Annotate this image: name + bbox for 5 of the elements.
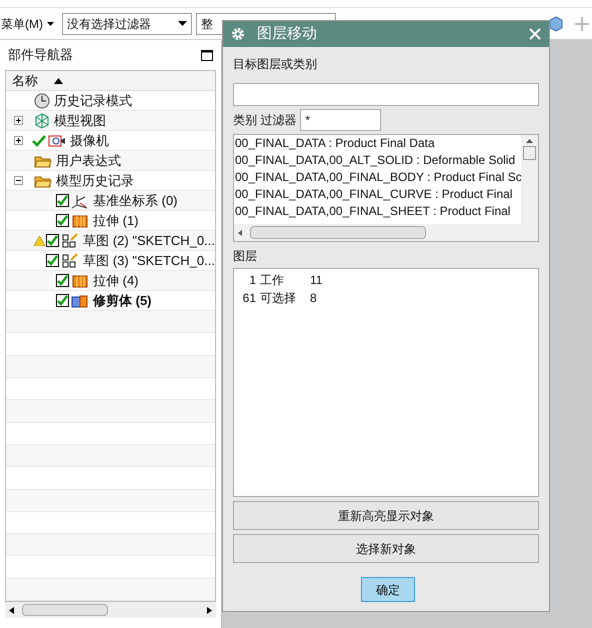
field-label: 目标图层或类别 — [233, 56, 318, 73]
panel-title: 部件导航器 — [8, 46, 73, 64]
field-label: 图层 — [233, 248, 258, 265]
dialog-title: 图层移动 — [257, 24, 317, 44]
field-label: 类别 过滤器 — [233, 112, 296, 129]
